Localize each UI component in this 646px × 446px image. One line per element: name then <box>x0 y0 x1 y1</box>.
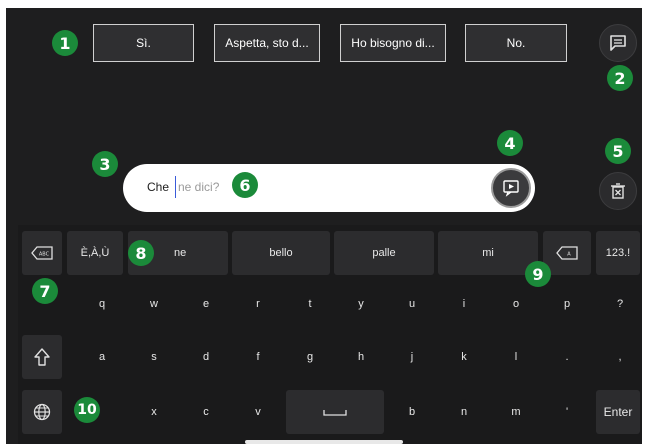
callout-badge-6: 6 <box>232 172 258 198</box>
shift-key[interactable] <box>22 335 62 379</box>
shift-icon <box>34 348 50 366</box>
language-key[interactable] <box>22 390 62 434</box>
suggestion-mi[interactable]: mi <box>438 231 538 275</box>
on-screen-keyboard: ABC È,À,Ù ne bello palle mi A 123.! q w … <box>18 225 642 444</box>
key-period[interactable]: . <box>542 335 592 379</box>
delete-word-key[interactable]: ABC <box>22 231 62 275</box>
key-k[interactable]: k <box>439 335 489 379</box>
key-d[interactable]: d <box>181 335 231 379</box>
text-caret <box>175 176 176 198</box>
key-p[interactable]: p <box>542 282 592 326</box>
key-h[interactable]: h <box>336 335 386 379</box>
key-e[interactable]: e <box>181 282 231 326</box>
key-s[interactable]: s <box>129 335 179 379</box>
key-n[interactable]: n <box>439 390 489 434</box>
home-indicator <box>245 440 403 444</box>
callout-badge-5: 5 <box>605 138 631 164</box>
key-t[interactable]: t <box>285 282 335 326</box>
callout-badge-10: 10 <box>74 397 100 423</box>
chat-history-button[interactable] <box>599 24 637 62</box>
phrase-button-aspetta[interactable]: Aspetta, sto d... <box>214 24 320 62</box>
suggestion-bello[interactable]: bello <box>232 231 330 275</box>
text-input-field[interactable]: Che ne dici? <box>123 164 535 212</box>
inline-suggestion: ne dici? <box>178 180 220 194</box>
callout-badge-2: 2 <box>607 65 633 91</box>
enter-key[interactable]: Enter <box>596 390 640 434</box>
phrase-button-no[interactable]: No. <box>465 24 567 62</box>
key-m[interactable]: m <box>491 390 541 434</box>
backspace-icon: A <box>556 246 578 260</box>
key-o[interactable]: o <box>491 282 541 326</box>
callout-badge-8: 8 <box>128 240 154 266</box>
key-c[interactable]: c <box>181 390 231 434</box>
callout-badge-7: 7 <box>32 278 58 304</box>
key-q[interactable]: q <box>77 282 127 326</box>
key-v[interactable]: v <box>233 390 283 434</box>
clear-icon <box>611 183 625 199</box>
speak-icon <box>503 180 519 197</box>
backspace-key[interactable]: A <box>543 231 591 275</box>
callout-badge-1: 1 <box>52 30 78 56</box>
key-r[interactable]: r <box>233 282 283 326</box>
backspace-word-icon: ABC <box>31 246 53 260</box>
key-j[interactable]: j <box>387 335 437 379</box>
key-f[interactable]: f <box>233 335 283 379</box>
key-y[interactable]: y <box>336 282 386 326</box>
typed-text: Che <box>147 180 170 194</box>
accents-key[interactable]: È,À,Ù <box>67 231 123 275</box>
globe-icon <box>33 403 51 421</box>
key-x[interactable]: x <box>129 390 179 434</box>
key-g[interactable]: g <box>285 335 335 379</box>
svg-text:A: A <box>567 252 571 258</box>
key-question[interactable]: ? <box>595 282 642 326</box>
space-key[interactable] <box>286 390 384 434</box>
chat-icon <box>610 35 626 51</box>
callout-badge-4: 4 <box>497 130 523 156</box>
key-comma[interactable]: , <box>595 335 642 379</box>
key-b[interactable]: b <box>387 390 437 434</box>
space-icon <box>323 410 347 416</box>
key-apostrophe[interactable]: ' <box>542 390 592 434</box>
key-i[interactable]: i <box>439 282 489 326</box>
callout-badge-3: 3 <box>92 151 118 177</box>
aac-keyboard-app: Sì. Aspetta, sto d... Ho bisogno di... N… <box>6 8 642 444</box>
key-a[interactable]: a <box>77 335 127 379</box>
clear-text-button[interactable] <box>599 172 637 210</box>
numbers-key[interactable]: 123.! <box>596 231 640 275</box>
key-w[interactable]: w <box>129 282 179 326</box>
speak-button[interactable] <box>491 168 531 208</box>
callout-badge-9: 9 <box>525 261 551 287</box>
key-l[interactable]: l <box>491 335 541 379</box>
svg-text:ABC: ABC <box>39 252 50 258</box>
key-u[interactable]: u <box>387 282 437 326</box>
phrase-button-ho-bisogno[interactable]: Ho bisogno di... <box>340 24 446 62</box>
suggestion-palle[interactable]: palle <box>334 231 434 275</box>
phrase-button-si[interactable]: Sì. <box>93 24 194 62</box>
